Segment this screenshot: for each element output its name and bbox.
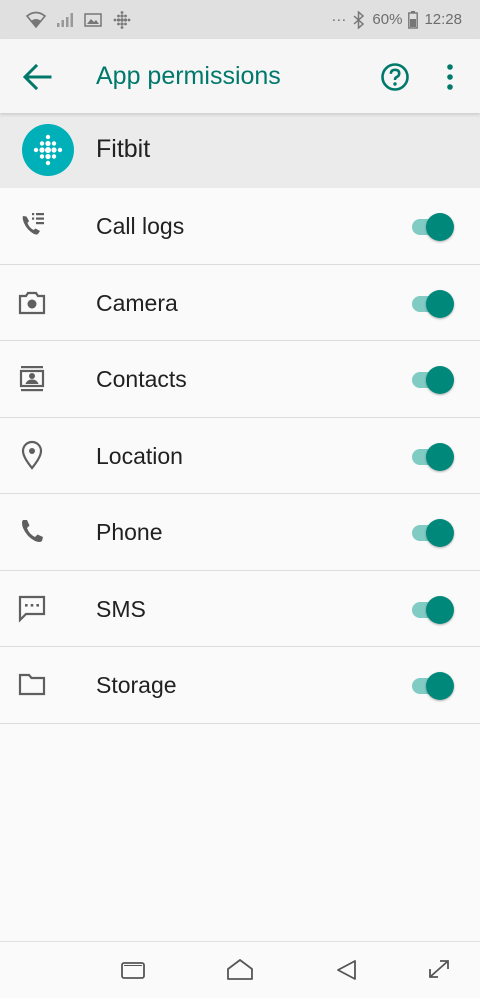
system-nav-bar <box>0 941 480 998</box>
permission-row-call-logs[interactable]: Call logs <box>0 188 480 265</box>
permission-label: Storage <box>96 672 177 698</box>
permission-row-camera[interactable]: Camera <box>0 264 480 341</box>
permission-toggle[interactable] <box>410 671 456 700</box>
permission-label: SMS <box>96 595 146 622</box>
toggle-thumb <box>426 442 454 471</box>
permission-row-location[interactable]: Location <box>0 417 480 494</box>
signal-icon <box>57 12 73 27</box>
permission-row-contacts[interactable]: Contacts <box>0 341 480 418</box>
expand-icon[interactable] <box>424 957 454 983</box>
permission-toggle[interactable] <box>410 289 456 318</box>
page-title: App permissions <box>96 62 281 90</box>
permission-toggle[interactable] <box>410 442 456 471</box>
fitbit-logo <box>22 124 74 176</box>
app-name: Fitbit <box>96 135 151 163</box>
permission-toggle[interactable] <box>410 518 456 547</box>
permission-row-storage[interactable]: Storage <box>0 647 480 724</box>
contacts-icon <box>19 366 45 392</box>
recents-icon[interactable] <box>118 957 148 983</box>
sms-icon <box>18 595 46 623</box>
call-log-icon <box>22 213 44 235</box>
battery-percent: 60% <box>372 11 403 28</box>
permission-label: Phone <box>96 519 163 545</box>
toggle-thumb <box>426 289 454 318</box>
permission-toggle[interactable] <box>410 595 456 624</box>
toggle-thumb <box>426 595 454 624</box>
permissions-list: Call logs Camera Contacts Location Phone… <box>0 188 480 724</box>
status-bar: ··· 60% 12:28 <box>0 0 480 39</box>
app-bar: App permissions <box>0 39 480 113</box>
fitbit-notification-icon <box>113 10 131 29</box>
back-icon[interactable] <box>333 957 363 983</box>
phone-icon <box>22 520 43 542</box>
image-icon <box>84 12 102 27</box>
location-pin-icon <box>21 440 43 470</box>
status-dots: ··· <box>331 11 347 28</box>
permission-toggle[interactable] <box>410 212 456 241</box>
camera-icon <box>18 291 46 314</box>
fitbit-logo-icon <box>33 134 63 166</box>
home-icon[interactable] <box>225 957 255 983</box>
wifi-icon <box>26 11 46 28</box>
more-vert-icon[interactable] <box>440 63 460 91</box>
permission-label: Call logs <box>96 213 185 239</box>
back-arrow-icon[interactable] <box>22 63 52 91</box>
app-header: Fitbit <box>0 113 480 188</box>
clock: 12:28 <box>424 11 462 28</box>
permission-label: Location <box>96 442 183 469</box>
permission-label: Camera <box>96 289 178 316</box>
permission-row-phone[interactable]: Phone <box>0 494 480 571</box>
bluetooth-icon <box>353 10 365 29</box>
folder-icon <box>18 673 46 696</box>
toggle-thumb <box>426 519 454 547</box>
permission-label: Contacts <box>96 366 187 392</box>
toggle-thumb <box>426 213 454 241</box>
permission-row-sms[interactable]: SMS <box>0 570 480 647</box>
help-circle-icon[interactable] <box>380 62 410 92</box>
battery-icon <box>408 10 419 29</box>
permission-toggle[interactable] <box>410 365 456 394</box>
toggle-thumb <box>426 366 454 394</box>
toggle-thumb <box>426 672 454 700</box>
